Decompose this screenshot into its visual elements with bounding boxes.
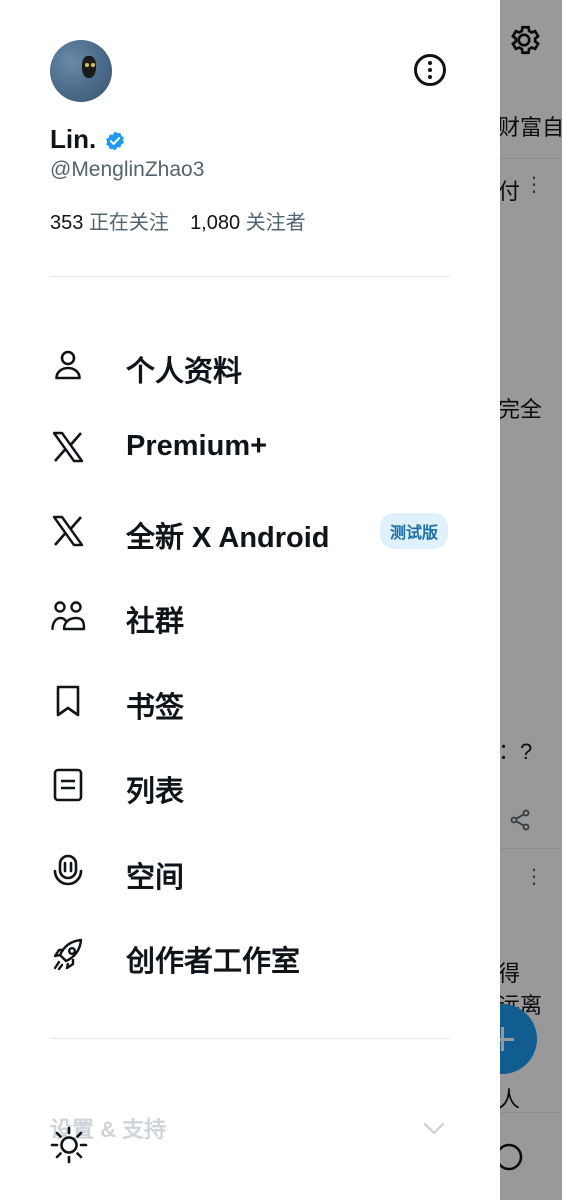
menu-item-communities[interactable]: 社群 — [0, 582, 500, 652]
more-dot — [428, 68, 432, 72]
display-name[interactable]: Lin. — [50, 124, 96, 155]
sun-icon[interactable] — [50, 1126, 88, 1164]
menu-item-profile[interactable]: 个人资料 — [0, 332, 500, 402]
menu-item-label: 个人资料 — [126, 356, 243, 388]
menu-item-bookmarks[interactable]: 书签 — [0, 668, 500, 738]
rocket-icon — [53, 938, 83, 971]
account-more-button[interactable] — [414, 54, 446, 86]
menu-item-label: Premium+ — [126, 430, 268, 462]
beta-badge: 测试版 — [380, 513, 449, 549]
x-logo-icon — [52, 431, 84, 463]
settings-support-toggle[interactable]: 设置 & 支持 — [50, 1108, 450, 1148]
list-icon — [53, 768, 83, 802]
menu-item-label: 列表 — [126, 776, 185, 808]
following-count[interactable]: 353 — [50, 212, 83, 234]
avatar[interactable] — [50, 40, 112, 102]
following-label[interactable]: 正在关注 — [89, 212, 169, 234]
spaces-icon — [53, 854, 83, 886]
menu-item-label: 创作者工作室 — [126, 946, 301, 978]
followers-count[interactable]: 1,080 — [190, 212, 240, 234]
navigation-drawer: Lin. @MenglinZhao3 353 正在关注 1,080 关注者 个人… — [0, 0, 500, 1200]
divider — [50, 1038, 450, 1039]
menu-item-label: 空间 — [126, 862, 185, 894]
more-dot — [428, 75, 432, 79]
menu-item-premium[interactable]: Premium+ — [0, 414, 500, 484]
verified-badge-icon — [106, 131, 124, 151]
cat-eye — [91, 63, 95, 67]
menu-item-label: 全新 X Android — [126, 522, 330, 554]
user-handle[interactable]: @MenglinZhao3 — [50, 158, 204, 182]
chevron-down-icon — [423, 1122, 445, 1135]
followers-label[interactable]: 关注者 — [246, 212, 306, 234]
menu-item-lists[interactable]: 列表 — [0, 752, 500, 822]
menu-item-creator-studio[interactable]: 创作者工作室 — [0, 922, 500, 992]
person-icon — [55, 350, 81, 380]
divider — [50, 276, 450, 277]
cat-eye — [85, 63, 89, 67]
communities-icon — [51, 601, 86, 631]
menu-item-label: 社群 — [126, 606, 185, 638]
cat-silhouette — [82, 56, 96, 78]
bookmark-icon — [56, 685, 80, 717]
menu-item-android-beta[interactable]: 全新 X Android 测试版 — [0, 498, 500, 568]
more-dot — [428, 61, 432, 65]
menu-item-spaces[interactable]: 空间 — [0, 838, 500, 908]
follow-stats: 353 正在关注 1,080 关注者 — [50, 206, 306, 235]
x-logo-icon — [52, 515, 84, 547]
menu-item-label: 书签 — [126, 692, 185, 724]
